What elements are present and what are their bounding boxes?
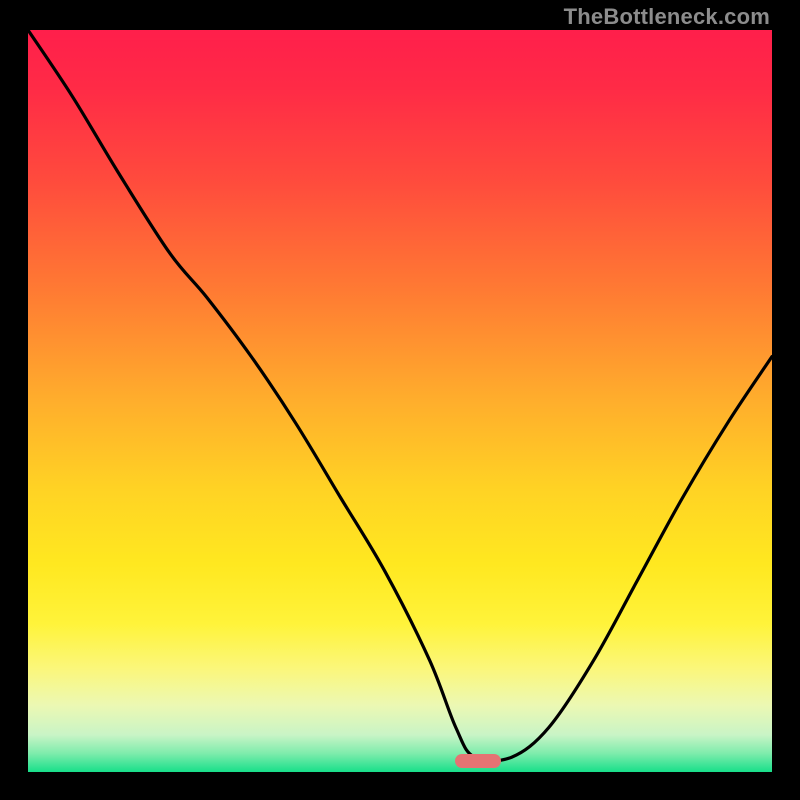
bottleneck-curve [28,30,772,772]
gradient-background [28,30,772,772]
optimal-marker [455,754,501,768]
chart-frame [28,30,772,772]
watermark-text: TheBottleneck.com [564,4,770,30]
plot-area [28,30,772,772]
